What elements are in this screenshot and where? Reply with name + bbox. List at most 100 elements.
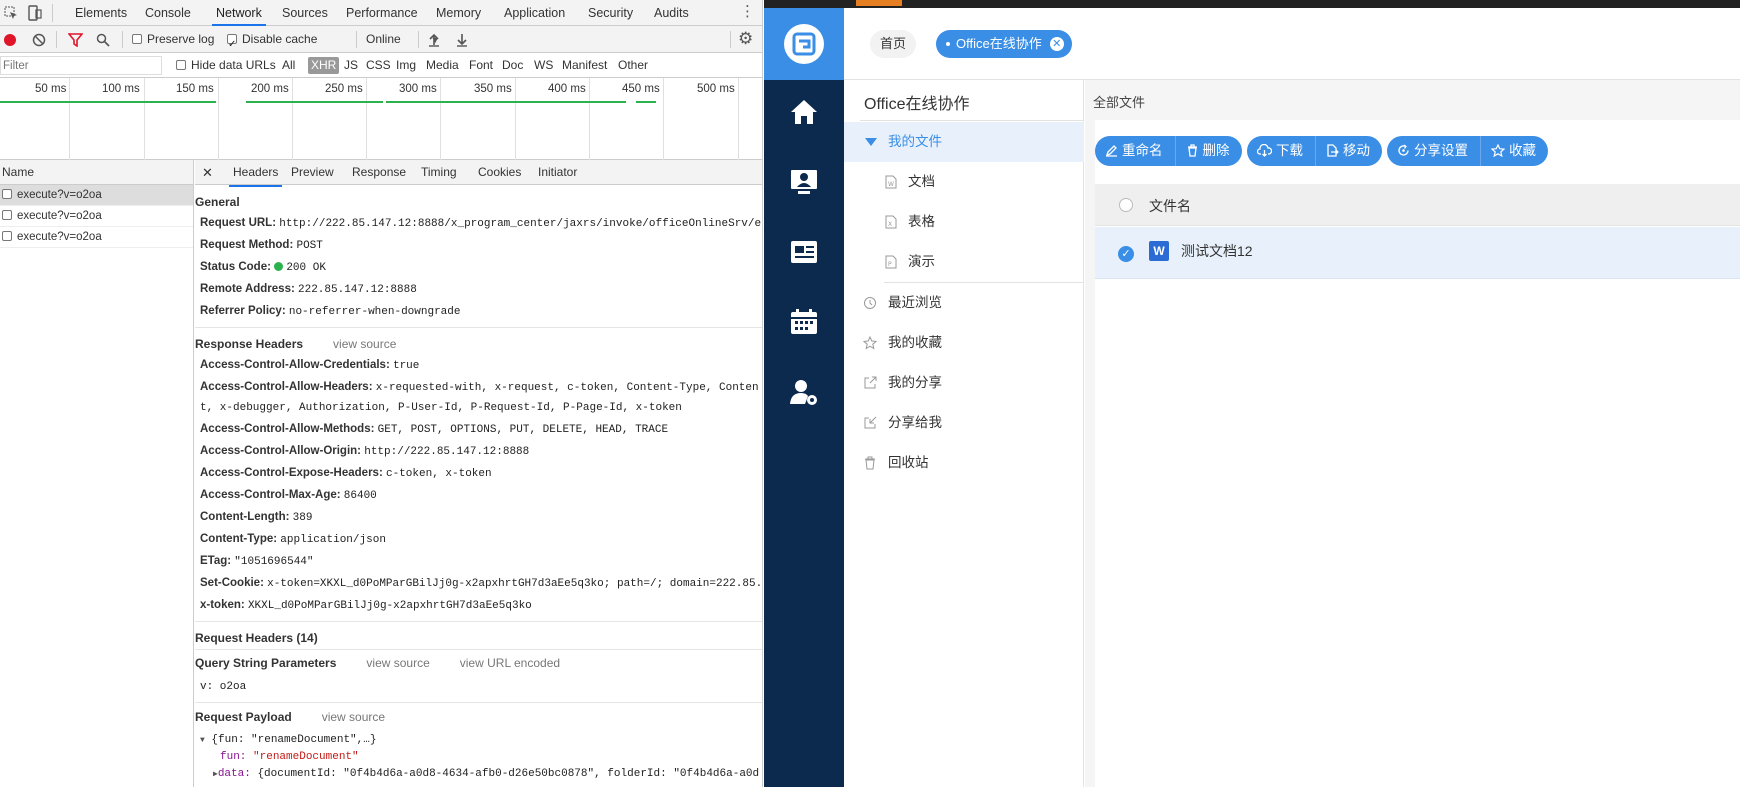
- type-xhr[interactable]: XHR: [308, 57, 340, 74]
- delete-button[interactable]: 删除: [1174, 136, 1242, 166]
- tab-security[interactable]: Security: [588, 0, 633, 26]
- type-js[interactable]: JS: [344, 53, 358, 78]
- file-row[interactable]: ✓ W 测试文档12: [1095, 227, 1740, 279]
- tab-performance[interactable]: Performance: [346, 0, 418, 26]
- sidebar-item-shared-with-me[interactable]: 分享给我: [844, 403, 1084, 443]
- tab-memory[interactable]: Memory: [436, 0, 481, 26]
- tab-preview[interactable]: Preview: [291, 160, 334, 185]
- timeline-label: 150 ms: [176, 83, 214, 95]
- section-general[interactable]: General: [195, 195, 240, 209]
- tab-application[interactable]: Application: [504, 0, 565, 26]
- share-settings-button[interactable]: 分享设置: [1387, 136, 1480, 166]
- news-icon[interactable]: [788, 236, 820, 268]
- inspect-icon[interactable]: [4, 6, 18, 20]
- settings-gear-icon[interactable]: ⚙: [738, 28, 753, 50]
- type-doc[interactable]: Doc: [502, 53, 523, 78]
- tab-sources[interactable]: Sources: [282, 0, 328, 26]
- tab-response[interactable]: Response: [352, 160, 406, 185]
- file-name[interactable]: 测试文档12: [1181, 241, 1253, 261]
- sidebar-item-my-files[interactable]: 我的文件: [844, 122, 1084, 162]
- rename-button[interactable]: 重命名: [1095, 136, 1175, 166]
- star-icon: [863, 336, 877, 350]
- type-img[interactable]: Img: [396, 53, 416, 78]
- type-css[interactable]: CSS: [366, 53, 391, 78]
- sidebar-item-label: 演示: [908, 254, 935, 269]
- search-icon[interactable]: [96, 33, 110, 47]
- sidebar-item-label: 表格: [908, 214, 935, 229]
- type-all[interactable]: All: [282, 53, 295, 78]
- filter-input[interactable]: [0, 56, 162, 75]
- payload-data[interactable]: ▶data: {documentId: "0f4b4d6a-a0d8-4634-…: [213, 768, 759, 780]
- move-button[interactable]: 移动: [1315, 136, 1382, 166]
- sidebar-item-my-shares[interactable]: 我的分享: [844, 363, 1084, 403]
- type-font[interactable]: Font: [469, 53, 493, 78]
- section-request-headers[interactable]: Request Headers (14): [195, 631, 318, 645]
- sidebar-item-recycle-bin[interactable]: 回收站: [844, 443, 1084, 483]
- timeline-label: 200 ms: [251, 83, 289, 95]
- network-timeline-overview[interactable]: 50 ms 100 ms 150 ms 200 ms 250 ms 300 ms…: [0, 78, 762, 160]
- sidebar-item-presentations[interactable]: P 演示: [844, 242, 1084, 282]
- download-button[interactable]: 下载: [1247, 136, 1315, 166]
- breadcrumb-current[interactable]: Office在线协作 ✕: [936, 30, 1072, 58]
- timeline-label: 50 ms: [35, 83, 67, 95]
- monitor-user-icon[interactable]: [788, 166, 820, 198]
- tab-initiator[interactable]: Initiator: [538, 160, 577, 185]
- sidebar-item-spreadsheets[interactable]: X 表格: [844, 202, 1084, 242]
- tab-network[interactable]: Network: [212, 0, 266, 26]
- section-query-string[interactable]: Query String Parameters view source view U…: [195, 656, 560, 670]
- filter-icon[interactable]: [68, 33, 83, 47]
- request-row[interactable]: execute?v=o2oa: [0, 185, 193, 206]
- column-filename[interactable]: 文件名: [1149, 196, 1191, 216]
- edit-pen-icon: [1105, 145, 1117, 157]
- page-title: 全部文件: [1093, 95, 1146, 110]
- device-toolbar-icon[interactable]: [28, 5, 42, 21]
- general-referrer-policy: Referrer Policy: no-referrer-when-downgr…: [200, 305, 461, 318]
- response-header-row: Access-Control-Allow-Credentials: true: [200, 359, 420, 372]
- view-url-encoded-link[interactable]: view URL encoded: [460, 656, 560, 670]
- user-settings-icon[interactable]: [788, 376, 820, 408]
- request-row[interactable]: execute?v=o2oa: [0, 227, 193, 248]
- tab-headers[interactable]: Headers: [229, 160, 283, 187]
- row-checked-icon[interactable]: ✓: [1118, 246, 1134, 262]
- select-all-checkbox[interactable]: [1119, 198, 1133, 212]
- request-list-header[interactable]: Name: [0, 160, 193, 185]
- payload-summary[interactable]: ▼ {fun: "renameDocument",…}: [200, 734, 376, 746]
- tab-audits[interactable]: Audits: [654, 0, 689, 26]
- favorite-button[interactable]: 收藏: [1480, 136, 1548, 166]
- tab-elements[interactable]: Elements: [75, 0, 127, 26]
- tab-cookies[interactable]: Cookies: [478, 160, 521, 185]
- view-source-link[interactable]: view source: [333, 337, 396, 351]
- sidebar-item-favorites[interactable]: 我的收藏: [844, 323, 1084, 363]
- preserve-log-checkbox[interactable]: Preserve log: [132, 26, 214, 53]
- type-manifest[interactable]: Manifest: [562, 53, 607, 78]
- tab-console[interactable]: Console: [145, 0, 191, 26]
- type-other[interactable]: Other: [618, 53, 648, 78]
- close-detail-icon[interactable]: ✕: [202, 160, 213, 185]
- sidebar-item-recent[interactable]: 最近浏览: [844, 283, 1084, 323]
- view-source-link[interactable]: view source: [322, 710, 385, 724]
- close-tab-icon[interactable]: ✕: [1049, 37, 1064, 51]
- request-row[interactable]: execute?v=o2oa: [0, 206, 193, 227]
- breadcrumb-home[interactable]: 首页: [870, 30, 917, 58]
- section-request-payload[interactable]: Request Payload view source: [195, 710, 385, 724]
- type-ws[interactable]: WS: [534, 53, 553, 78]
- home-icon[interactable]: [788, 96, 820, 128]
- sidebar-item-documents[interactable]: W 文档: [844, 162, 1084, 202]
- calendar-icon[interactable]: [788, 306, 820, 338]
- section-response-headers[interactable]: Response Headers view source: [195, 337, 396, 351]
- disable-cache-checkbox[interactable]: Disable cache: [227, 26, 317, 58]
- hide-data-urls-checkbox[interactable]: Hide data URLs: [176, 53, 276, 78]
- clear-icon[interactable]: [32, 33, 46, 47]
- tab-timing[interactable]: Timing: [421, 160, 457, 185]
- export-har-icon[interactable]: [456, 33, 468, 47]
- import-har-icon[interactable]: [428, 33, 440, 47]
- expand-triangle-icon: ▼: [200, 736, 205, 745]
- app-logo-icon[interactable]: [784, 24, 824, 64]
- type-media[interactable]: Media: [426, 53, 459, 78]
- timeline-bar: [246, 101, 383, 103]
- view-source-link[interactable]: view source: [366, 656, 429, 670]
- record-icon[interactable]: [4, 34, 16, 46]
- app-logo-area: [764, 8, 844, 80]
- response-header-row: Access-Control-Expose-Headers: c-token, …: [200, 467, 492, 480]
- more-menu-icon[interactable]: ⋮: [740, 3, 755, 21]
